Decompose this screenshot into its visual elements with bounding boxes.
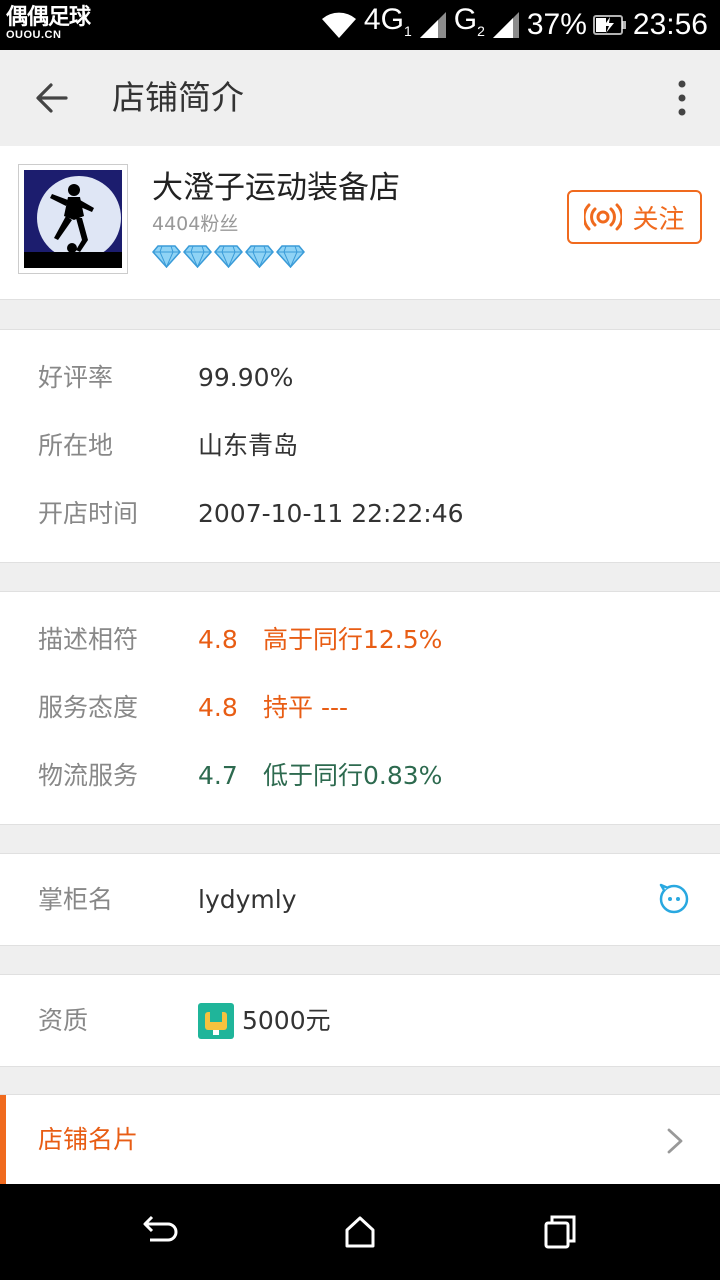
system-nav-bar — [0, 1184, 720, 1280]
app-bar: 店铺简介 — [0, 50, 720, 146]
owner-section: 掌柜名 lydymly — [0, 853, 720, 946]
chevron-right-icon — [667, 1128, 683, 1154]
score-label: 描述相符 — [38, 625, 139, 654]
diamond-icon — [214, 245, 243, 268]
logo-subtext: OUOU.CN — [6, 29, 62, 41]
recents-icon[interactable] — [540, 1212, 580, 1252]
network-type-2: G2 — [453, 2, 485, 39]
score-value: 4.8 — [198, 693, 238, 722]
fans-count: 4404粉丝 — [152, 213, 239, 235]
shop-card-link[interactable]: 店铺名片 — [0, 1094, 720, 1185]
score-compare: 高于同行12.5% — [263, 625, 443, 654]
back-arrow-icon[interactable] — [34, 80, 70, 116]
score-row: 描述相符 4.8 高于同行12.5% — [0, 620, 720, 660]
shop-name: 大澄子运动装备店 — [152, 170, 400, 206]
score-label: 服务态度 — [38, 693, 139, 722]
score-label: 物流服务 — [38, 761, 139, 790]
rating-value: 99.90% — [198, 363, 294, 392]
qualification-row: 资质 5000元 — [0, 1001, 720, 1041]
owner-row: 掌柜名 lydymly — [0, 880, 720, 920]
location-row: 所在地 山东青岛 — [0, 426, 720, 466]
score-compare: 低于同行0.83% — [263, 761, 443, 790]
basic-info-section: 好评率 99.90% 所在地 山东青岛 开店时间 2007-10-11 22:2… — [0, 329, 720, 563]
chat-face-icon[interactable] — [658, 882, 690, 914]
rating-label: 好评率 — [38, 363, 114, 392]
opened-row: 开店时间 2007-10-11 22:22:46 — [0, 494, 720, 534]
shop-logo — [18, 164, 128, 274]
score-row: 服务态度 4.8 持平 --- — [0, 688, 720, 728]
qualification-value: 5000元 — [242, 1006, 331, 1035]
follow-button[interactable]: 关注 — [567, 190, 702, 244]
clock: 23:56 — [632, 8, 708, 41]
owner-value: lydymly — [198, 885, 297, 914]
battery-charging-icon — [592, 15, 626, 35]
location-label: 所在地 — [38, 431, 114, 460]
back-icon[interactable] — [140, 1212, 180, 1252]
diamond-icon — [276, 245, 305, 268]
diamond-icon — [245, 245, 274, 268]
score-value: 4.8 — [198, 625, 238, 654]
broadcast-icon — [584, 203, 623, 231]
follow-label: 关注 — [632, 204, 685, 235]
score-row: 物流服务 4.7 低于同行0.83% — [0, 756, 720, 796]
location-value: 山东青岛 — [198, 431, 299, 460]
accent-bar — [0, 1095, 6, 1185]
deposit-badge-icon — [198, 1003, 234, 1039]
status-bar: 偶偶足球 OUOU.CN 4G1 G2 37% 23:56 — [0, 0, 720, 50]
wifi-icon — [321, 12, 356, 38]
signal-icon — [492, 12, 519, 38]
soccer-player-image — [24, 170, 122, 268]
scores-section: 描述相符 4.8 高于同行12.5% 服务态度 4.8 持平 --- 物流服务 … — [0, 591, 720, 825]
network-type-1: 4G1 — [363, 2, 412, 39]
credit-rating — [152, 244, 305, 268]
rating-row: 好评率 99.90% — [0, 358, 720, 398]
diamond-icon — [183, 245, 212, 268]
opened-value: 2007-10-11 22:22:46 — [198, 499, 464, 528]
qualification-label: 资质 — [38, 1006, 89, 1035]
signal-icon — [419, 12, 446, 38]
status-icons: 4G1 G2 37% 23:56 — [320, 0, 708, 50]
home-icon[interactable] — [340, 1212, 380, 1252]
opened-label: 开店时间 — [38, 499, 139, 528]
qualification-section: 资质 5000元 — [0, 974, 720, 1067]
battery-percent: 37% — [526, 8, 587, 41]
shop-card-label: 店铺名片 — [38, 1125, 139, 1154]
score-compare: 持平 --- — [263, 693, 349, 722]
score-value: 4.7 — [198, 761, 238, 790]
page-title: 店铺简介 — [112, 78, 244, 117]
diamond-icon — [152, 245, 181, 268]
logo-text: 偶偶足球 — [6, 4, 91, 29]
more-vertical-icon[interactable] — [676, 80, 688, 116]
app-logo: 偶偶足球 OUOU.CN — [6, 6, 98, 42]
shop-header: 大澄子运动装备店 4404粉丝 关注 — [0, 146, 720, 300]
owner-label: 掌柜名 — [38, 885, 114, 914]
